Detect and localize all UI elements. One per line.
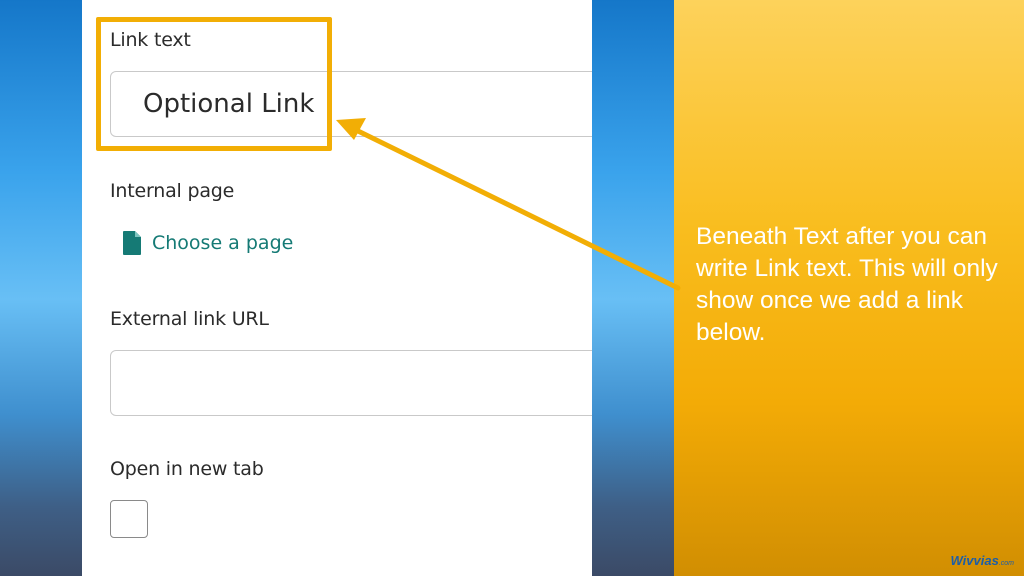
open-new-tab-label: Open in new tab (110, 458, 264, 480)
choose-page-label: Choose a page (152, 232, 294, 254)
external-url-label: External link URL (110, 308, 269, 330)
choose-page-link[interactable]: Choose a page (122, 230, 293, 256)
callout-text: Beneath Text after you can write Link te… (696, 223, 998, 346)
brand-name: Wivvias (950, 553, 999, 568)
external-url-input[interactable] (110, 350, 610, 416)
brand-suffix: .com (998, 560, 1014, 567)
link-text-label: Link text (110, 29, 191, 51)
blue-divider (592, 0, 674, 576)
callout-panel: Beneath Text after you can write Link te… (674, 0, 1024, 576)
brand-logo: Wivvias.com (951, 553, 1014, 568)
form-panel: Link text Internal page Choose a page Ex… (82, 0, 610, 576)
open-new-tab-checkbox[interactable] (110, 500, 148, 538)
document-icon (123, 231, 141, 255)
internal-page-label: Internal page (110, 180, 235, 202)
link-text-input[interactable] (110, 71, 610, 137)
